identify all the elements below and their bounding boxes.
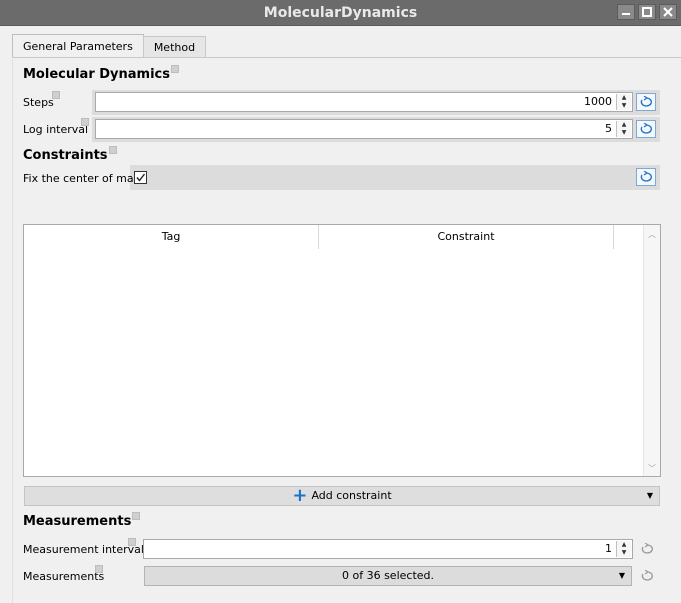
window-titlebar: MolecularDynamics <box>0 0 681 26</box>
maximize-icon[interactable] <box>638 4 656 20</box>
fix-com-reset-button[interactable] <box>636 168 656 186</box>
measurement-interval-label: Measurement interval <box>23 543 144 556</box>
section-title: Molecular Dynamics <box>23 67 171 82</box>
tab-general-parameters[interactable]: General Parameters <box>12 34 144 58</box>
measurements-select[interactable]: 0 of 36 selected. ▼ <box>144 566 632 586</box>
check-icon <box>136 173 146 182</box>
measurement-interval-value: 1 <box>605 542 612 555</box>
reset-icon <box>641 543 653 554</box>
section-molecular-dynamics: Molecular Dynamics <box>23 65 180 82</box>
help-icon[interactable] <box>171 65 180 73</box>
tab-method[interactable]: Method <box>142 36 207 58</box>
chevron-up-icon[interactable]: ▲ <box>617 94 631 102</box>
measurements-reset-button[interactable] <box>637 567 657 585</box>
measurement-interval-stepper[interactable]: ▲ ▼ <box>616 541 631 557</box>
measurement-interval-label-wrap: Measurement interval <box>23 538 144 556</box>
steps-label-wrap: Steps <box>23 91 60 109</box>
table-scrollbar[interactable]: ︿ ﹀ <box>643 225 660 476</box>
help-icon[interactable] <box>52 91 60 99</box>
reset-icon <box>640 171 652 182</box>
column-header-constraint[interactable]: Constraint <box>319 225 614 249</box>
window-title: MolecularDynamics <box>263 5 418 21</box>
chevron-down-icon[interactable]: ▼ <box>617 102 631 110</box>
log-interval-reset-button[interactable] <box>636 120 656 138</box>
fix-com-label: Fix the center of mass <box>23 172 146 185</box>
help-icon[interactable] <box>108 146 117 154</box>
section-title: Constraints <box>23 148 108 163</box>
dropdown-arrow-icon[interactable]: ▼ <box>619 567 625 585</box>
fix-com-row <box>130 165 660 190</box>
chevron-down-icon[interactable]: ▼ <box>617 129 631 137</box>
chevron-down-icon[interactable]: ﹀ <box>644 463 660 474</box>
reset-icon <box>640 123 652 134</box>
table-header: Tag Constraint <box>24 225 614 249</box>
window-controls <box>617 4 677 20</box>
constraints-table[interactable]: Tag Constraint ︿ ﹀ <box>23 224 661 477</box>
measurement-interval-reset-button[interactable] <box>637 540 657 558</box>
fix-com-checkbox[interactable] <box>134 171 147 184</box>
tab-bar: General Parameters Method <box>12 34 207 58</box>
log-interval-stepper[interactable]: ▲ ▼ <box>616 121 631 137</box>
minimize-icon[interactable] <box>617 4 635 20</box>
steps-label: Steps <box>23 96 54 109</box>
steps-stepper[interactable]: ▲ ▼ <box>616 94 631 110</box>
close-icon[interactable] <box>659 4 677 20</box>
add-constraint-button[interactable]: + Add constraint ▼ <box>24 486 660 506</box>
steps-input[interactable]: 1000 ▲ ▼ <box>95 92 633 112</box>
dropdown-arrow-icon[interactable]: ▼ <box>647 487 653 505</box>
section-measurements: Measurements <box>23 512 141 529</box>
reset-icon <box>641 570 653 581</box>
chevron-up-icon[interactable]: ▲ <box>617 541 631 549</box>
section-constraints: Constraints <box>23 146 117 163</box>
steps-value: 1000 <box>584 95 612 108</box>
log-interval-input[interactable]: 5 ▲ ▼ <box>95 119 633 139</box>
help-icon[interactable] <box>132 512 141 520</box>
log-interval-label-wrap: Log interval <box>23 118 89 136</box>
add-constraint-label: Add constraint <box>311 489 392 502</box>
section-title: Measurements <box>23 514 132 529</box>
chevron-up-icon[interactable]: ︿ <box>644 229 660 240</box>
measurement-interval-input[interactable]: 1 ▲ ▼ <box>143 539 633 559</box>
measurements-label-wrap: Measurements <box>23 565 105 583</box>
reset-icon <box>640 96 652 107</box>
log-interval-value: 5 <box>605 122 612 135</box>
chevron-down-icon[interactable]: ▼ <box>617 549 631 557</box>
measurements-label: Measurements <box>23 570 105 583</box>
chevron-up-icon[interactable]: ▲ <box>617 121 631 129</box>
measurements-select-value: 0 of 36 selected. <box>341 569 435 582</box>
steps-reset-button[interactable] <box>636 93 656 111</box>
column-header-tag[interactable]: Tag <box>24 225 319 249</box>
help-icon[interactable] <box>128 538 136 546</box>
plus-icon: + <box>292 485 308 506</box>
help-icon[interactable] <box>95 565 103 573</box>
log-interval-label: Log interval <box>23 123 89 136</box>
help-icon[interactable] <box>81 118 89 126</box>
